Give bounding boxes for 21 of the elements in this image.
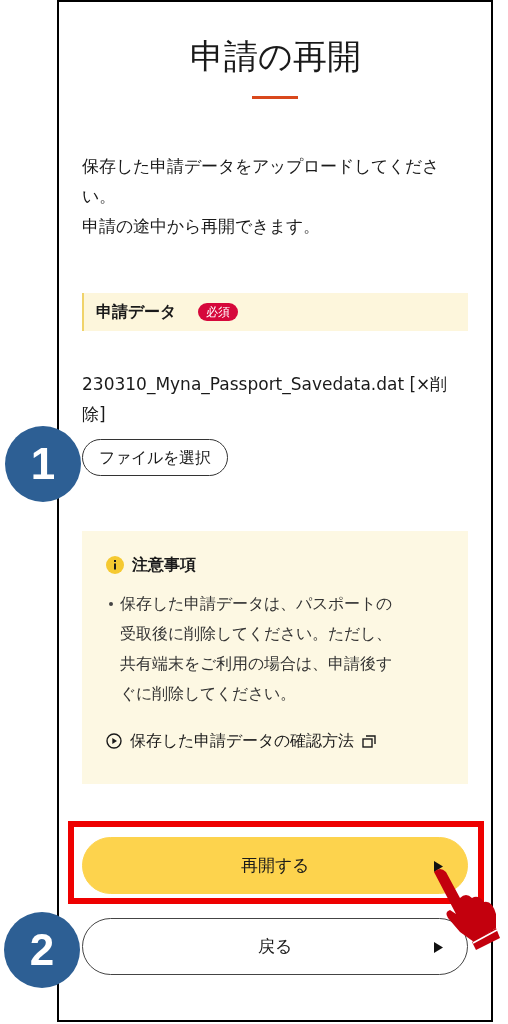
page-title: 申請の再開 — [189, 35, 361, 78]
resume-button[interactable]: 再開する — [82, 837, 468, 894]
help-link[interactable]: 保存した申請データの確認方法 — [130, 729, 354, 753]
bullet-icon — [109, 602, 113, 606]
intro-text: 申請の途中から再開できます。 — [82, 215, 321, 238]
external-window-icon — [362, 734, 376, 748]
step-number: 1 — [5, 426, 81, 502]
choose-file-button[interactable]: ファイルを選択 — [82, 439, 228, 476]
file-name: 230310_Myna_Passport_Savedata.dat [×削除] — [82, 373, 449, 426]
intro-text: 保存した申請データをアップロードしてください。 — [82, 155, 440, 208]
back-button[interactable]: 戻る — [82, 918, 468, 975]
required-tag: 必須 — [198, 303, 238, 321]
field-label: 申請データ — [96, 301, 176, 323]
step-number: 2 — [4, 912, 80, 988]
play-arrow-icon — [434, 942, 443, 953]
play-arrow-icon — [434, 861, 443, 872]
notice-text: 保存した申請データは、パスポートの受取後に削除してください。ただし、共有端末をご利用の場合は、申請後すぐに削除してください。 — [120, 593, 393, 705]
title-underline — [252, 96, 298, 99]
play-circle-icon — [106, 733, 122, 749]
info-icon — [106, 556, 124, 574]
notice-heading: 注意事項 — [132, 554, 196, 576]
